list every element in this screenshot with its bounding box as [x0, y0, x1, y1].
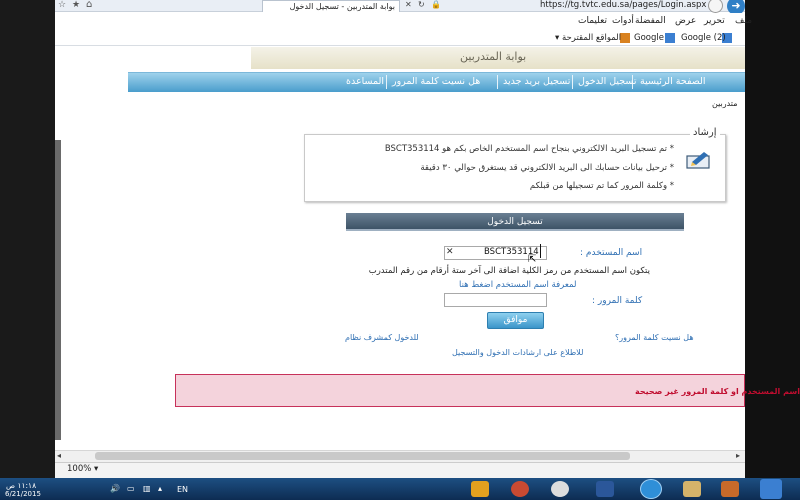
- instructions-link[interactable]: للاطلاع على ارشادات الدخول والتسجيل: [452, 348, 583, 357]
- google-icon: [665, 33, 675, 43]
- status-bar: [55, 462, 745, 478]
- favorite-google-2[interactable]: Google (2): [681, 31, 726, 45]
- tray-arrow-icon[interactable]: ▴: [158, 484, 162, 493]
- scroll-right-icon[interactable]: ▸: [736, 451, 740, 460]
- forgot-password-link[interactable]: هل نسيت كلمة المرور؟: [615, 333, 694, 342]
- menu-favorites[interactable]: المفضلة: [635, 14, 666, 28]
- folder-icon[interactable]: [683, 481, 701, 497]
- display-icon[interactable]: ▭: [127, 484, 135, 493]
- vertical-scrollbar[interactable]: [55, 140, 61, 440]
- breadcrumb: متدربين: [712, 99, 738, 108]
- password-label: كلمة المرور :: [592, 296, 643, 306]
- text-caret: [540, 244, 541, 258]
- active-tab[interactable]: بوابة المتدربين - تسجيل الدخول: [262, 0, 400, 12]
- notice-line-2: * ترحيل بيانات حسابك الى البريد الالكترو…: [420, 163, 674, 173]
- clock-date: 6/21/2015: [5, 490, 41, 498]
- volume-icon[interactable]: 🔊: [110, 484, 120, 493]
- app-icon[interactable]: [721, 481, 739, 497]
- username-label: اسم المستخدم :: [580, 248, 643, 258]
- edit-document-icon: [686, 152, 710, 169]
- clear-input-icon[interactable]: ✕: [446, 247, 454, 257]
- username-hint: يتكون اسم المستخدم من رمز الكلية اضافة ا…: [368, 266, 650, 276]
- username-lookup-link[interactable]: لمعرفة اسم المستخدم اضغط هنا: [459, 280, 576, 290]
- portal-banner-title: بوابة المتدربين: [460, 50, 527, 63]
- right-desktop-area: [745, 0, 800, 478]
- chrome-icon[interactable]: [511, 481, 529, 497]
- ok-button[interactable]: موافق: [487, 312, 544, 329]
- error-message: اسم المستخدم او كلمة المرور غير صحيحة: [635, 387, 800, 396]
- zoom-level[interactable]: 100% ▾: [67, 464, 98, 474]
- banner-left-blank: [55, 47, 251, 69]
- supervisor-login-link[interactable]: للدخول كمشرف نظام: [345, 333, 419, 342]
- notice-title: إرشاد: [690, 127, 720, 138]
- internet-explorer-icon[interactable]: [640, 479, 662, 499]
- favorite-google[interactable]: Google: [634, 31, 664, 45]
- nav-separator: [386, 75, 387, 89]
- taskbar: [0, 478, 800, 500]
- menu-file[interactable]: ملف: [735, 14, 752, 28]
- network-icon[interactable]: ▥: [143, 484, 151, 493]
- notice-line-3: * وكلمة المرور كما تم تسجيلها من قبلكم: [529, 181, 674, 191]
- language-indicator[interactable]: EN: [177, 485, 188, 494]
- suggested-sites-icon: [620, 33, 630, 43]
- refresh-icon[interactable]: ↻: [418, 0, 425, 9]
- nav-home[interactable]: الصفحة الرئيسية: [640, 74, 706, 89]
- nav-login[interactable]: تسجيل الدخول: [578, 74, 637, 89]
- tab-title: بوابة المتدربين - تسجيل الدخول: [289, 2, 395, 11]
- menu-help[interactable]: تعليمات: [578, 14, 607, 28]
- login-title: تسجيل الدخول: [487, 217, 543, 227]
- nav-separator: [572, 75, 573, 89]
- nav-register-email[interactable]: تسجيل بريد جديد: [503, 74, 570, 89]
- mouse-cursor-icon: ⇱: [528, 254, 537, 265]
- notice-line-1: * تم تسجيل البريد الالكتروني بنجاح اسم ا…: [384, 144, 674, 154]
- close-icon[interactable]: ✕: [405, 0, 412, 9]
- password-input[interactable]: [444, 293, 547, 307]
- menu-view[interactable]: عرض: [675, 14, 696, 28]
- windows-start-icon[interactable]: [760, 479, 782, 499]
- address-bar[interactable]: https://tg.tvtc.edu.sa/pages/Login.aspx: [540, 0, 707, 12]
- favorite-suggested-sites[interactable]: المواقع المقترحة ▾: [555, 31, 621, 45]
- media-player-icon[interactable]: [551, 481, 569, 497]
- home-icon[interactable]: ⌂: [86, 0, 92, 10]
- horizontal-scroll-thumb[interactable]: [95, 452, 630, 460]
- scroll-left-icon[interactable]: ◂: [57, 451, 61, 460]
- favorites-star-icon[interactable]: ★: [72, 0, 80, 10]
- word-icon[interactable]: [596, 481, 614, 497]
- file-explorer-icon[interactable]: [471, 481, 489, 497]
- left-desktop-area: [0, 0, 55, 478]
- lock-icon: 🔒: [431, 0, 441, 9]
- menu-edit[interactable]: تحرير: [704, 14, 725, 28]
- menu-tools[interactable]: أدوات: [612, 14, 634, 28]
- nav-separator: [497, 75, 498, 89]
- nav-help[interactable]: المساعدة: [346, 74, 384, 89]
- star-icon[interactable]: ☆: [58, 0, 66, 10]
- address-text: https://tg.tvtc.edu.sa/pages/Login.aspx: [540, 0, 707, 10]
- nav-forgot-password[interactable]: هل نسيت كلمة المرور: [392, 74, 480, 89]
- clock-time: ١١:١٨ ص: [6, 481, 37, 490]
